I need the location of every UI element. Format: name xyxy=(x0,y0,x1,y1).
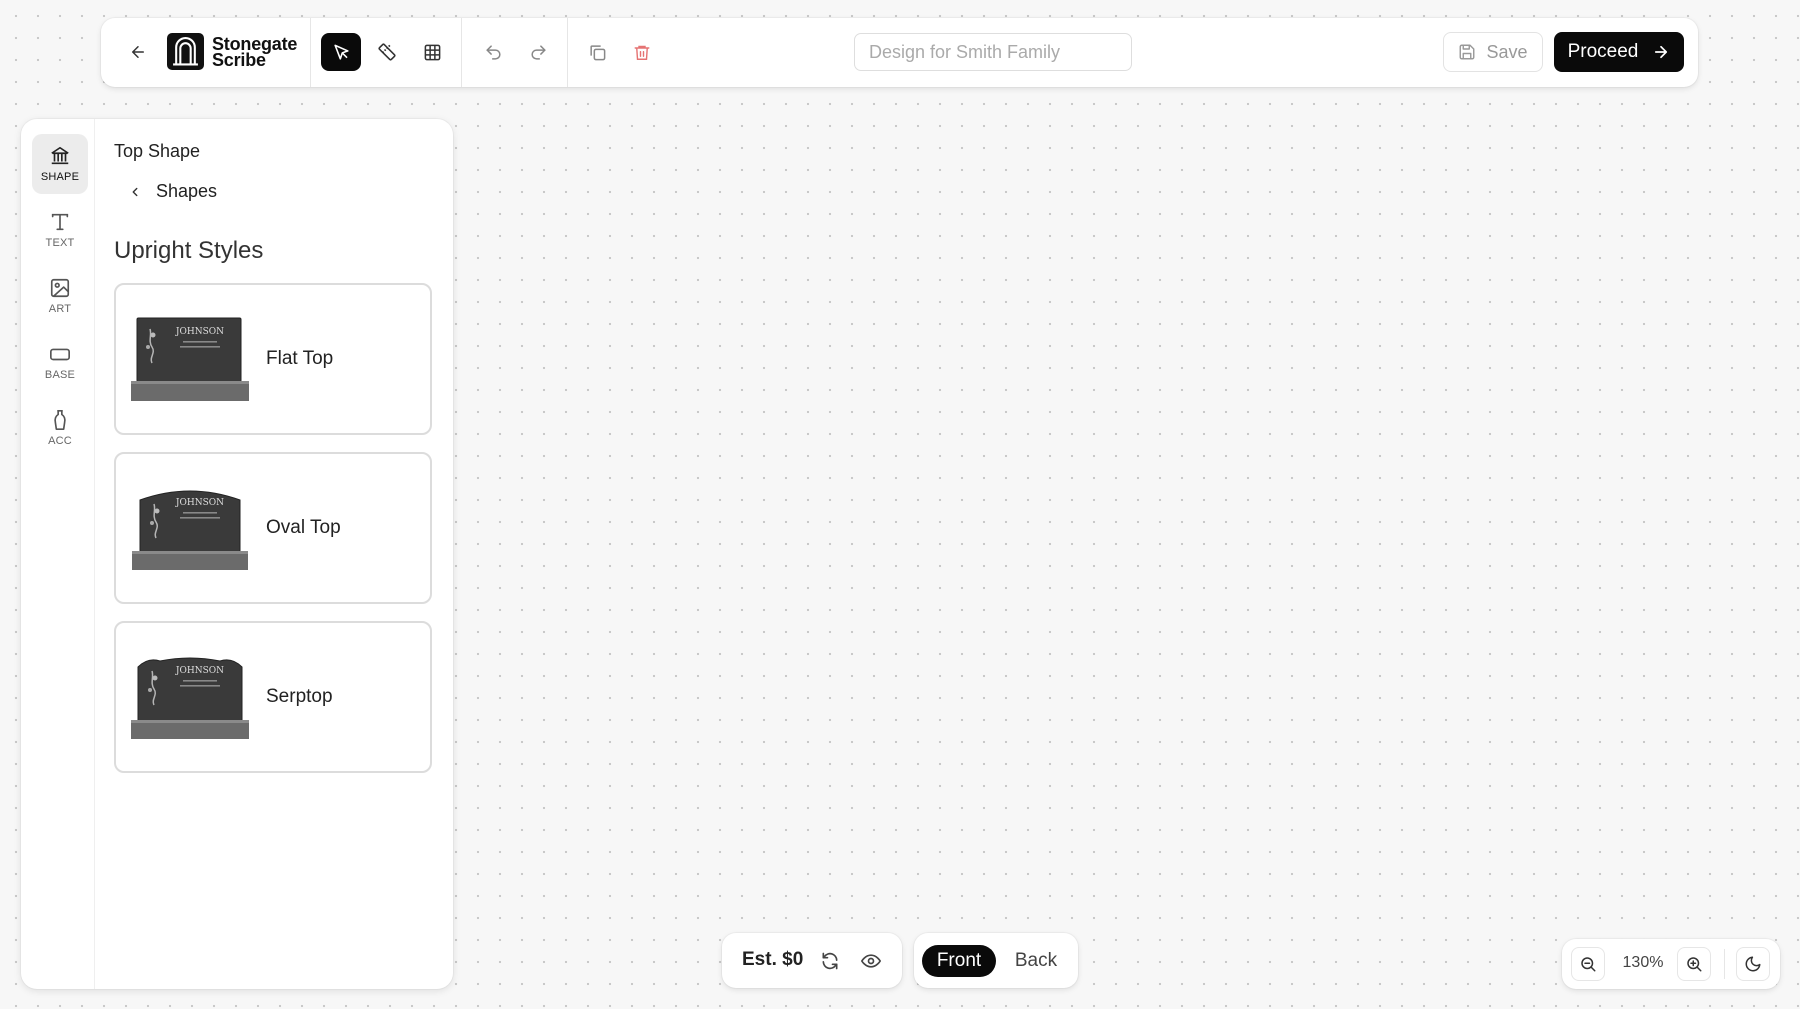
rail-item-base[interactable]: BASE xyxy=(32,332,88,392)
image-icon xyxy=(50,278,70,298)
preview-button[interactable] xyxy=(857,947,885,975)
toolbar-divider xyxy=(567,18,568,87)
save-button[interactable]: Save xyxy=(1443,32,1543,72)
zoom-out-icon xyxy=(1581,957,1596,972)
flat-top-headstone-thumbnail: JOHNSON xyxy=(131,317,249,401)
breadcrumb-back-shapes[interactable]: Shapes xyxy=(128,181,217,202)
duplicate-button[interactable] xyxy=(577,33,617,71)
save-label: Save xyxy=(1486,41,1528,62)
select-cursor-icon xyxy=(333,44,349,60)
undo-icon xyxy=(485,44,501,60)
front-side-tab[interactable]: Front xyxy=(922,945,996,977)
serptop-headstone-thumbnail: JOHNSON xyxy=(131,657,249,739)
back-button[interactable] xyxy=(121,35,155,69)
thumb-name-text: JOHNSON xyxy=(175,666,224,676)
text-icon xyxy=(51,213,69,231)
oval-top-headstone-thumbnail: JOHNSON xyxy=(132,490,248,570)
duplicate-icon xyxy=(589,44,605,60)
rail-item-acc[interactable]: ACC xyxy=(32,398,88,458)
brand-name-line2: Scribe xyxy=(212,49,266,70)
rail-label-text: TEXT xyxy=(45,237,75,249)
monument-icon xyxy=(51,146,69,165)
thumb-name-text: JOHNSON xyxy=(175,498,224,508)
shape-label: Oval Top xyxy=(266,517,341,538)
eye-icon xyxy=(861,954,881,968)
refresh-icon xyxy=(822,952,838,970)
measure-tool-button[interactable] xyxy=(367,33,407,71)
zoom-in-button[interactable] xyxy=(1677,947,1711,981)
rail-label-base: BASE xyxy=(44,369,76,381)
delete-button[interactable] xyxy=(622,33,662,71)
shape-card-oval-top[interactable]: JOHNSON Oval Top xyxy=(114,452,432,604)
estimate-bar: Est. $0 xyxy=(722,933,902,988)
rail-label-shape: SHAPE xyxy=(40,171,80,183)
rail-label-acc: ACC xyxy=(48,435,72,447)
zoom-controls: 130% xyxy=(1562,939,1780,989)
side-toggle: Front Back xyxy=(914,933,1078,988)
select-tool-button[interactable] xyxy=(321,33,361,71)
tombstone-logo-icon xyxy=(167,33,204,70)
grid-icon xyxy=(424,44,440,60)
shape-card-serptop[interactable]: JOHNSON Serptop xyxy=(114,621,432,773)
proceed-button[interactable]: Proceed xyxy=(1554,32,1684,72)
rail-item-shape[interactable]: SHAPE xyxy=(32,134,88,194)
toolbar-divider xyxy=(310,18,311,87)
ruler-icon xyxy=(378,43,396,61)
zoom-out-button[interactable] xyxy=(1571,947,1605,981)
estimate-price: Est. $0 xyxy=(742,949,804,970)
back-arrow-icon xyxy=(132,46,144,58)
toolbar-divider xyxy=(461,18,462,87)
refresh-estimate-button[interactable] xyxy=(816,947,844,975)
arrow-right-icon xyxy=(1655,45,1668,59)
redo-icon xyxy=(530,44,546,60)
save-icon xyxy=(1460,44,1475,60)
brand-logo[interactable]: Stonegate Scribe xyxy=(167,33,297,70)
zoom-in-icon xyxy=(1687,957,1702,972)
shape-card-flat-top[interactable]: JOHNSON Flat Top xyxy=(114,283,432,435)
breadcrumb-label: Shapes xyxy=(156,181,218,201)
undo-button[interactable] xyxy=(473,33,513,71)
redo-button[interactable] xyxy=(518,33,558,71)
shape-label: Flat Top xyxy=(266,348,334,369)
top-toolbar: Stonegate Scribe Save Proceed xyxy=(101,18,1698,87)
proceed-label: Proceed xyxy=(1567,41,1639,62)
chevron-left-icon xyxy=(132,187,138,196)
design-name-input[interactable] xyxy=(854,33,1132,71)
zoom-divider xyxy=(1724,949,1725,979)
base-icon xyxy=(50,348,70,361)
shape-label: Serptop xyxy=(266,686,333,707)
moon-icon xyxy=(1745,956,1761,972)
rail-item-art[interactable]: ART xyxy=(32,266,88,326)
grid-tool-button[interactable] xyxy=(412,33,452,71)
category-rail: SHAPE TEXT ART BASE ACC xyxy=(21,119,95,989)
design-panel: SHAPE TEXT ART BASE ACC Top Shape Shapes… xyxy=(21,119,453,989)
zoom-level: 130% xyxy=(1622,954,1664,971)
back-side-tab[interactable]: Back xyxy=(1004,945,1068,977)
section-title: Top Shape xyxy=(114,141,201,161)
trash-icon xyxy=(634,45,650,60)
group-title: Upright Styles xyxy=(114,237,264,264)
rail-item-text[interactable]: TEXT xyxy=(32,200,88,260)
vase-icon xyxy=(54,410,66,430)
theme-toggle-button[interactable] xyxy=(1736,947,1770,981)
rail-label-art: ART xyxy=(48,303,72,315)
thumb-name-text: JOHNSON xyxy=(175,327,224,337)
